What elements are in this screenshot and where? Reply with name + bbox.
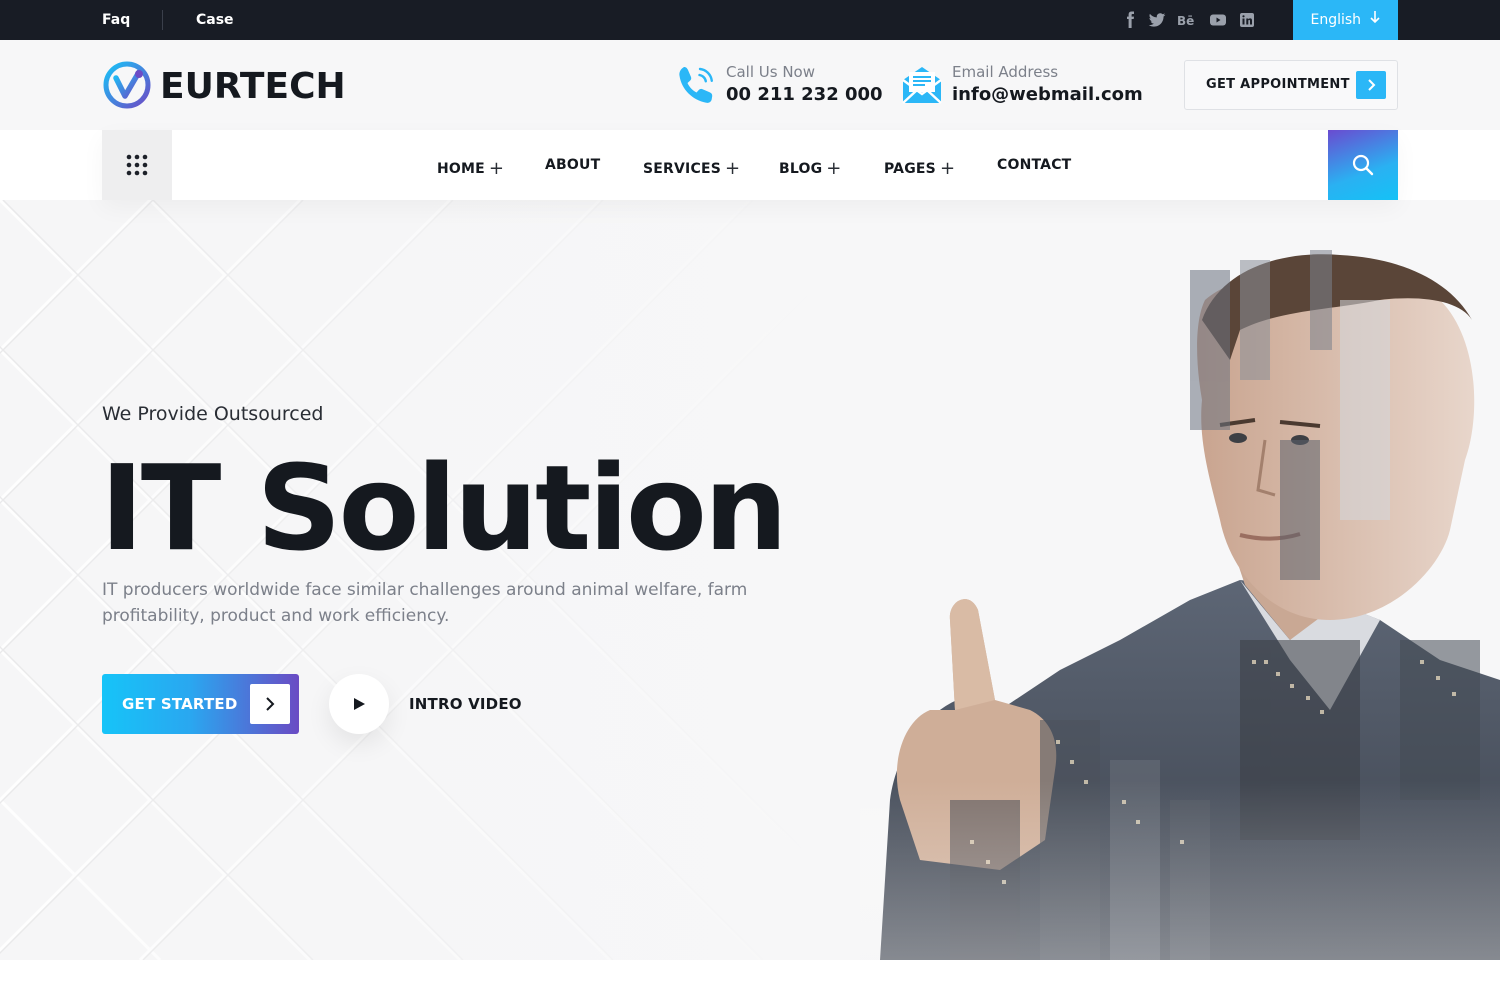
plus-icon: + (725, 158, 741, 179)
brand-name[interactable]: EURTECH (160, 66, 346, 107)
get-started-button[interactable]: GET STARTED (102, 674, 299, 734)
envelope-icon (900, 64, 944, 111)
nav-item-blog[interactable]: BLOG + (779, 157, 842, 179)
section-divider (0, 960, 1500, 1000)
language-selector[interactable]: English (1293, 0, 1398, 40)
language-label: English (1310, 12, 1362, 28)
appointment-label: GET APPOINTMENT (1206, 77, 1350, 92)
main-navigation: HOME + ABOUT SERVICES + BLOG + PAGES + CONTA… (102, 130, 1398, 200)
hero-person-image (860, 240, 1500, 960)
get-appointment-button[interactable]: GET APPOINTMENT (1184, 60, 1398, 110)
brand-logo-icon[interactable] (102, 60, 154, 110)
faq-link[interactable]: Faq (102, 12, 130, 28)
twitter-icon[interactable] (1148, 11, 1166, 29)
play-video-button[interactable] (329, 674, 389, 734)
plus-icon: + (939, 158, 956, 179)
youtube-icon[interactable] (1209, 11, 1227, 29)
nav-item-label: PAGES (884, 161, 936, 177)
nav-item-about[interactable]: ABOUT (545, 157, 600, 173)
hero-headline: IT Solution (100, 439, 788, 577)
search-icon (1352, 154, 1374, 181)
nav-item-label: BLOG (779, 161, 823, 177)
get-started-label: GET STARTED (122, 695, 238, 713)
grid-dots-icon (126, 154, 148, 181)
email-address[interactable]: info@webmail.com (952, 84, 1143, 105)
chevron-right-icon (1356, 71, 1386, 99)
chevron-right-icon (250, 684, 290, 724)
nav-item-pages[interactable]: PAGES + (884, 157, 956, 179)
phone-label: Call Us Now (726, 63, 815, 81)
nav-item-label: CONTACT (997, 157, 1072, 173)
divider (162, 10, 163, 30)
top-bar: Faq Case Bē English (0, 0, 1500, 40)
search-button[interactable] (1328, 130, 1398, 200)
menu-grid-button[interactable] (102, 130, 172, 200)
phone-icon (675, 63, 719, 112)
case-link[interactable]: Case (196, 12, 234, 28)
plus-icon: + (826, 158, 842, 179)
svg-text:Bē: Bē (1177, 14, 1194, 28)
linkedin-icon[interactable] (1238, 11, 1256, 29)
hero-description: IT producers worldwide face similar chal… (102, 580, 748, 626)
email-label: Email Address (952, 63, 1059, 81)
nav-item-label: HOME (437, 161, 485, 177)
hero-tagline: We Provide Outsourced (102, 403, 324, 425)
arrow-down-icon (1369, 0, 1381, 40)
nav-item-services[interactable]: SERVICES + (643, 157, 741, 179)
facebook-icon[interactable] (1122, 11, 1140, 29)
intro-video-link[interactable]: INTRO VIDEO (409, 695, 522, 713)
plus-icon: + (488, 158, 505, 179)
nav-item-label: ABOUT (545, 157, 601, 173)
phone-number[interactable]: 00 211 232 000 (726, 84, 883, 105)
play-icon (329, 674, 389, 739)
nav-item-home[interactable]: HOME + (437, 157, 505, 179)
nav-item-contact[interactable]: CONTACT (997, 157, 1071, 173)
nav-item-label: SERVICES (643, 161, 721, 177)
behance-icon[interactable]: Bē (1176, 11, 1198, 29)
